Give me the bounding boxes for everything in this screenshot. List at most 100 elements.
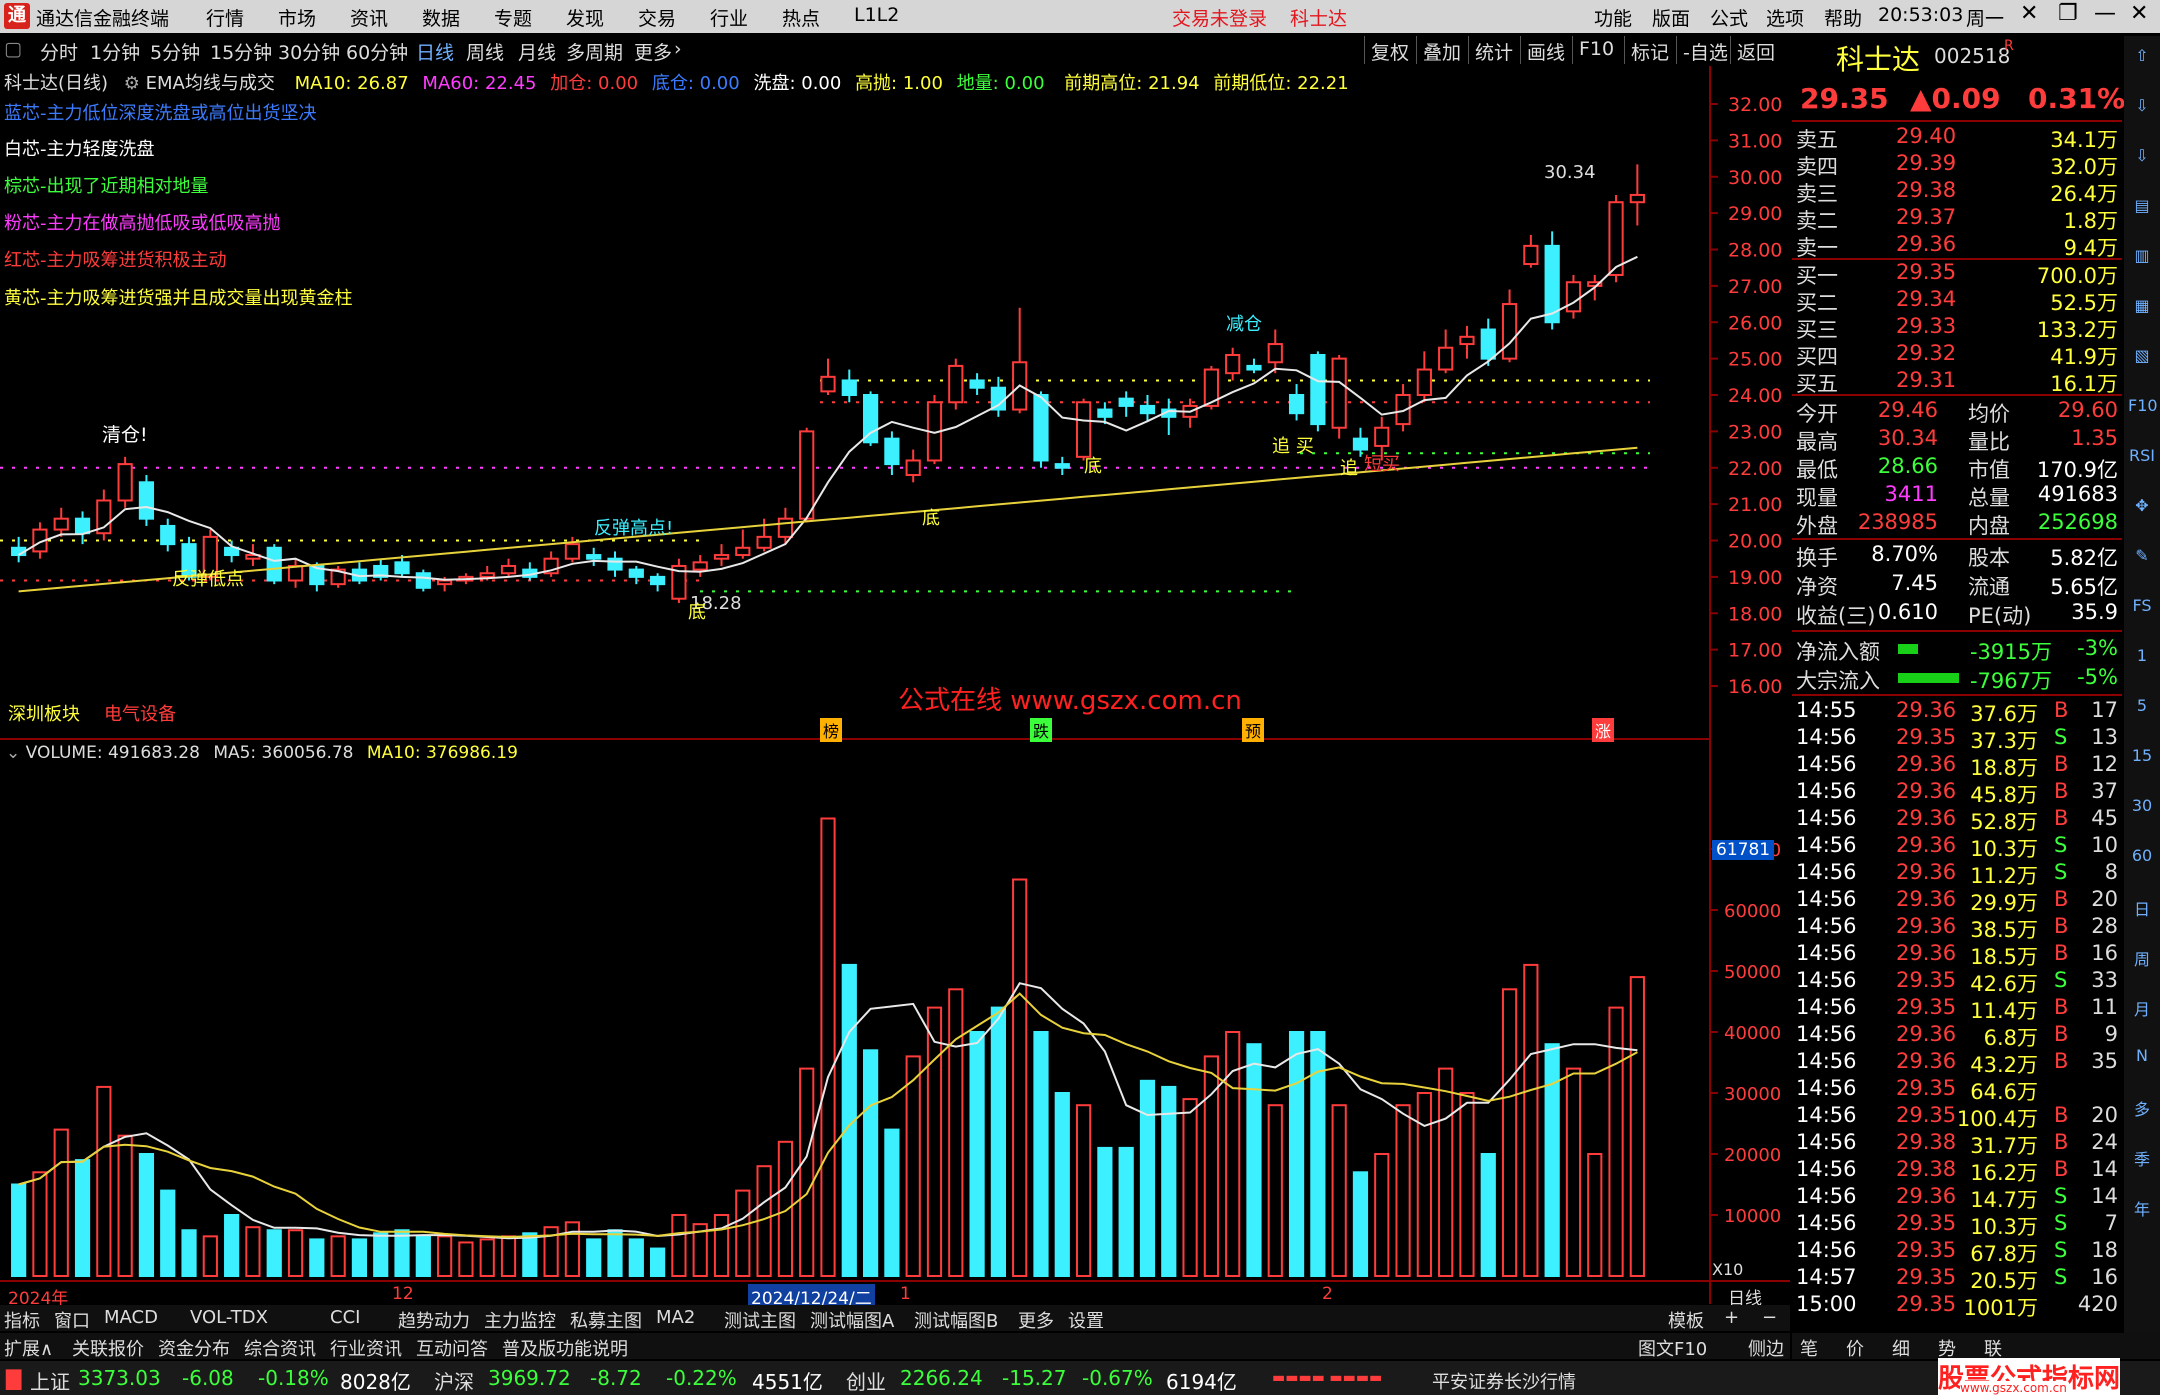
settings-icon[interactable]: ⚙ bbox=[124, 73, 140, 94]
btn-zixuan[interactable]: -自选 bbox=[1676, 36, 1734, 64]
tab-item[interactable]: 普及版功能说明 bbox=[502, 1335, 628, 1361]
tick-row[interactable]: 14:56 29.36 38.5万 B 28 bbox=[1792, 914, 2122, 942]
tick-row[interactable]: 14:56 29.36 45.8万 B 37 bbox=[1792, 779, 2122, 807]
btn-fanhui[interactable]: 返回 bbox=[1730, 36, 1781, 64]
sidebar-item[interactable]: 5 bbox=[2128, 696, 2156, 715]
mark-zhang[interactable]: 涨 bbox=[1592, 718, 1615, 742]
sidebar-item[interactable]: 30 bbox=[2128, 796, 2156, 815]
period-daily[interactable]: 日线 bbox=[416, 38, 454, 65]
period-weekly[interactable]: 周线 bbox=[466, 38, 504, 65]
tick-row[interactable]: 14:56 29.35 37.3万 S 13 bbox=[1792, 725, 2122, 753]
sidebar-item[interactable]: ▧ bbox=[2128, 346, 2156, 365]
index-hs-label[interactable]: 沪深 bbox=[434, 1366, 474, 1395]
index-sh-label[interactable]: 上证 bbox=[30, 1366, 70, 1395]
tab-item[interactable]: 测试主图 bbox=[724, 1307, 796, 1333]
tab-item[interactable]: 设置 bbox=[1068, 1307, 1104, 1333]
collapse-icon[interactable]: ▢ bbox=[4, 38, 22, 60]
ask-row[interactable]: 卖五 29.40 34.1万 bbox=[1792, 124, 2122, 152]
period-multi[interactable]: 多周期 bbox=[566, 38, 623, 65]
ask-row[interactable]: 卖一 29.36 9.4万 bbox=[1792, 232, 2122, 260]
tab-item[interactable]: MACD bbox=[104, 1307, 158, 1328]
period-5min[interactable]: 5分钟 bbox=[150, 38, 200, 65]
menu-jiaoyi[interactable]: 交易 bbox=[638, 4, 676, 31]
flow-row[interactable]: 净流入额 -3915万 -3% bbox=[1792, 636, 2122, 664]
menu-gongshi[interactable]: 公式 bbox=[1710, 4, 1748, 31]
stat-row[interactable]: 最高 30.34 量比 1.35 bbox=[1792, 426, 2122, 454]
restore-icon[interactable]: ❐ bbox=[2058, 1, 2078, 26]
sidebar-item[interactable]: F10 bbox=[2128, 396, 2158, 415]
legend-indicator[interactable]: EMA均线与成交 bbox=[146, 73, 275, 94]
sidebar-item[interactable]: FS bbox=[2128, 596, 2156, 615]
menu-gongneng[interactable]: 功能 bbox=[1594, 4, 1632, 31]
menu-bangzhu[interactable]: 帮助 bbox=[1824, 4, 1862, 31]
close-icon[interactable]: ✕ bbox=[2130, 1, 2148, 26]
menu-shuju[interactable]: 数据 bbox=[422, 4, 460, 31]
tab-item[interactable]: 互动问答 bbox=[416, 1335, 488, 1361]
sidebar-item[interactable]: ▤ bbox=[2128, 196, 2156, 215]
sidebar-item[interactable]: 1 bbox=[2128, 646, 2156, 665]
sidebar-item[interactable]: ⇩ bbox=[2128, 96, 2156, 115]
sidebar-item[interactable]: 60 bbox=[2128, 846, 2156, 865]
stat-row[interactable]: 净资 7.45 流通 5.65亿 bbox=[1792, 571, 2122, 599]
bid-row[interactable]: 买二 29.34 52.5万 bbox=[1792, 287, 2122, 315]
btn-biaoji[interactable]: 标记 bbox=[1624, 36, 1675, 64]
quote-tab[interactable]: 细 bbox=[1892, 1335, 1910, 1361]
tick-row[interactable]: 14:56 29.35 100.4万 B 20 bbox=[1792, 1103, 2122, 1131]
chevron-right-icon[interactable]: › bbox=[674, 38, 682, 60]
tick-row[interactable]: 14:56 29.36 10.3万 S 10 bbox=[1792, 833, 2122, 861]
sidebar-item[interactable]: 年 bbox=[2128, 1196, 2156, 1220]
tab-right-item[interactable]: 图文F10 bbox=[1638, 1335, 1707, 1361]
tick-row[interactable]: 14:55 29.36 37.6万 B 17 bbox=[1792, 698, 2122, 726]
login-status[interactable]: 交易未登录 bbox=[1172, 4, 1267, 31]
period-15min[interactable]: 15分钟 bbox=[210, 38, 272, 65]
sector-shenzhen[interactable]: 深圳板块 bbox=[8, 700, 80, 726]
menu-zhuanti[interactable]: 专题 bbox=[494, 4, 532, 31]
minimize-icon[interactable]: — bbox=[2094, 1, 2116, 26]
menu-redian[interactable]: 热点 bbox=[782, 4, 820, 31]
tab-item[interactable]: 测试幅图B bbox=[914, 1307, 998, 1333]
bid-row[interactable]: 买一 29.35 700.0万 bbox=[1792, 260, 2122, 288]
tab-item[interactable]: 私募主图 bbox=[570, 1307, 642, 1333]
tab-item[interactable]: VOL-TDX bbox=[190, 1307, 268, 1328]
tab-item[interactable]: 更多 bbox=[1018, 1307, 1054, 1333]
period-60min[interactable]: 60分钟 bbox=[346, 38, 408, 65]
sector-dianqi[interactable]: 电气设备 bbox=[104, 700, 176, 726]
tick-row[interactable]: 14:56 29.36 11.2万 S 8 bbox=[1792, 860, 2122, 888]
tick-row[interactable]: 14:56 29.36 6.8万 B 9 bbox=[1792, 1022, 2122, 1050]
bid-row[interactable]: 买五 29.31 16.1万 bbox=[1792, 368, 2122, 396]
ask-row[interactable]: 卖二 29.37 1.8万 bbox=[1792, 205, 2122, 233]
tab-item[interactable]: 综合资讯 bbox=[244, 1335, 316, 1361]
sidebar-item[interactable]: 15 bbox=[2128, 746, 2156, 765]
stat-row[interactable]: 现量 3411 总量 491683 bbox=[1792, 482, 2122, 510]
tick-row[interactable]: 14:56 29.35 67.8万 S 18 bbox=[1792, 1238, 2122, 1266]
sidebar-item[interactable]: 日 bbox=[2128, 896, 2156, 920]
sidebar-item[interactable]: ⇧ bbox=[2128, 46, 2156, 65]
quote-tab[interactable]: 笔 bbox=[1800, 1335, 1818, 1361]
period-30min[interactable]: 30分钟 bbox=[278, 38, 340, 65]
tick-row[interactable]: 14:56 29.36 18.8万 B 12 bbox=[1792, 752, 2122, 780]
period-1min[interactable]: 1分钟 bbox=[90, 38, 140, 65]
tab-item[interactable]: 主力监控 bbox=[484, 1307, 556, 1333]
mark-bang[interactable]: 榜 bbox=[820, 718, 843, 742]
mark-die[interactable]: 跌 bbox=[1030, 718, 1053, 742]
tab-item[interactable]: 测试幅图A bbox=[810, 1307, 894, 1333]
tick-row[interactable]: 14:56 29.38 16.2万 B 14 bbox=[1792, 1157, 2122, 1185]
stat-row[interactable]: 换手 8.70% 股本 5.82亿 bbox=[1792, 542, 2122, 570]
stat-row[interactable]: 收益(三) 0.610 PE(动) 35.9 bbox=[1792, 600, 2122, 628]
tick-row[interactable]: 14:56 29.36 18.5万 B 16 bbox=[1792, 941, 2122, 969]
tab-item[interactable]: 扩展∧ bbox=[4, 1335, 53, 1361]
menu-shichang[interactable]: 市场 bbox=[278, 4, 316, 31]
tab-item[interactable]: MA2 bbox=[656, 1307, 695, 1328]
ask-row[interactable]: 卖三 29.38 26.4万 bbox=[1792, 178, 2122, 206]
tick-row[interactable]: 14:56 29.36 43.2万 B 35 bbox=[1792, 1049, 2122, 1077]
sidebar-item[interactable]: 多 bbox=[2128, 1096, 2156, 1120]
ask-row[interactable]: 卖四 29.39 32.0万 bbox=[1792, 151, 2122, 179]
menu-hangqing[interactable]: 行情 bbox=[206, 4, 244, 31]
period-more[interactable]: 更多 bbox=[634, 38, 672, 65]
mark-yu[interactable]: 预 bbox=[1242, 718, 1265, 742]
menu-faxian[interactable]: 发现 bbox=[566, 4, 604, 31]
sidebar-item[interactable]: N bbox=[2128, 1046, 2156, 1065]
btn-huaxian[interactable]: 画线 bbox=[1520, 36, 1571, 64]
sidebar-item[interactable]: ⇩ bbox=[2128, 146, 2156, 165]
tab-item[interactable]: 资金分布 bbox=[158, 1335, 230, 1361]
